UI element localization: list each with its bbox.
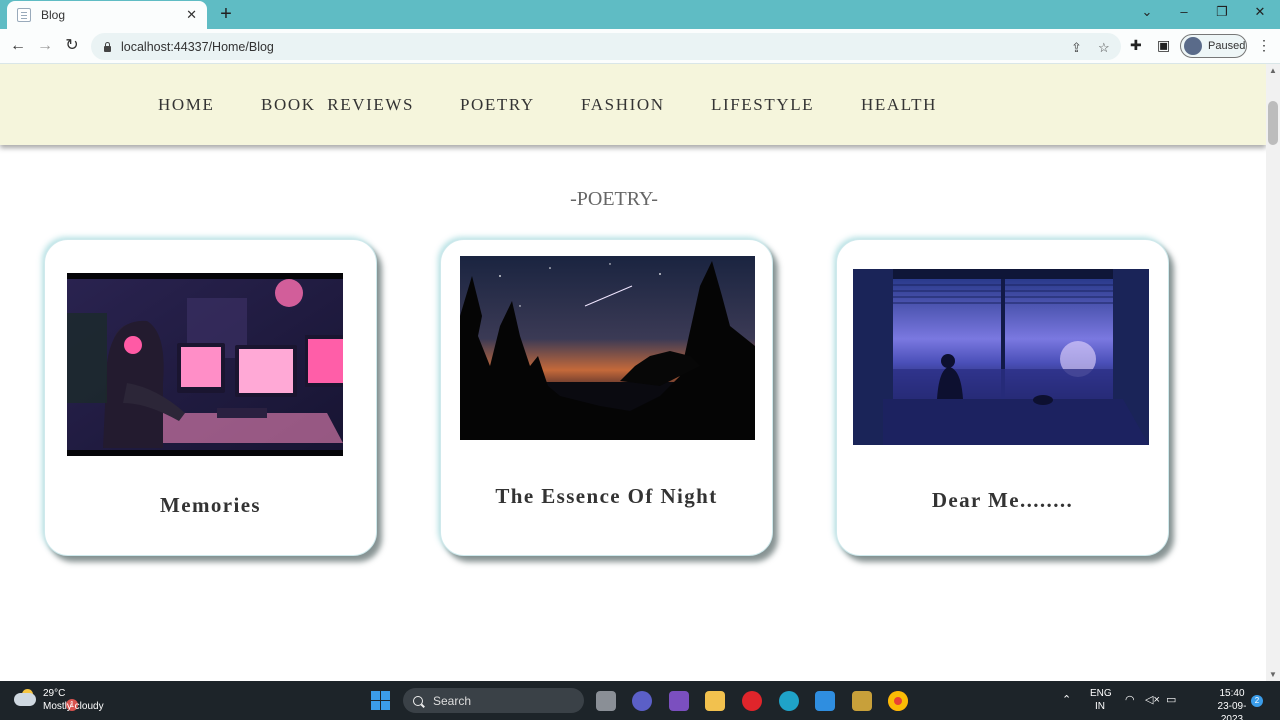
weather-temperature: 29°C [43, 688, 66, 699]
nav-link-lifestyle[interactable]: LIFESTYLE [711, 95, 814, 115]
extensions-puzzle-icon[interactable]: ✚ [1130, 37, 1142, 54]
file-explorer-icon[interactable] [705, 691, 725, 711]
lock-icon[interactable] [103, 41, 112, 52]
nav-link-fashion[interactable]: FASHION [581, 95, 665, 115]
restore-button[interactable]: ❐ [1212, 4, 1232, 20]
nav-link-health[interactable]: HEALTH [861, 95, 937, 115]
search-icon [413, 695, 423, 706]
page-scrollbar[interactable]: ▲ ▼ [1266, 64, 1280, 681]
avatar-icon [1184, 37, 1202, 55]
scroll-down-arrow-icon[interactable]: ▼ [1269, 670, 1277, 679]
notification-count-badge[interactable]: 2 [1251, 695, 1263, 707]
card-title[interactable]: The Essence Of Night [441, 484, 772, 509]
wifi-icon[interactable]: ◠ [1125, 693, 1135, 706]
start-button-windows-icon[interactable] [371, 691, 390, 710]
site-navbar: HOME BOOK REVIEWS POETRY FASHION LIFESTY… [0, 64, 1266, 145]
cloud-icon [14, 693, 36, 706]
chrome-browser-icon[interactable] [888, 691, 908, 711]
nav-link-poetry[interactable]: POETRY [460, 95, 535, 115]
system-clock[interactable]: 15:40 23-09-2023 [1208, 687, 1256, 726]
clock-date: 23-09-2023 [1217, 701, 1247, 725]
taskbar-search-label: Search [433, 693, 472, 708]
close-window-button[interactable]: ✕ [1250, 4, 1270, 20]
nav-link-home[interactable]: HOME [158, 95, 214, 115]
url-text[interactable]: localhost:44337/Home/Blog [121, 40, 274, 54]
browser-tab-blog[interactable]: Blog ✕ [7, 1, 207, 29]
page-favicon-icon [17, 8, 31, 22]
opera-browser-icon[interactable] [742, 691, 762, 711]
profile-button[interactable]: Paused [1180, 34, 1247, 58]
side-panel-icon[interactable]: ▣ [1157, 37, 1170, 54]
visual-studio-icon[interactable] [669, 691, 689, 711]
taskbar-search-box[interactable]: Search [403, 688, 584, 713]
share-icon[interactable]: ⇪ [1071, 40, 1082, 56]
page-viewport: HOME BOOK REVIEWS POETRY FASHION LIFESTY… [0, 64, 1266, 681]
tab-close-icon[interactable]: ✕ [186, 7, 197, 23]
poem-card-memories[interactable]: Memories [44, 239, 377, 556]
windows-taskbar: 1 29°C Mostly cloudy Search ⌃ ENG IN ◠ ◁… [0, 681, 1280, 725]
show-hidden-icons-chevron-icon[interactable]: ⌃ [1062, 693, 1071, 706]
nav-link-book-reviews[interactable]: BOOK REVIEWS [261, 95, 414, 115]
reload-button[interactable]: ↻ [61, 36, 83, 56]
browser-tab-strip: Blog ✕ + ⌄ – ❐ ✕ [0, 0, 1280, 29]
card-image-lofi-girl[interactable] [67, 273, 343, 456]
tab-title: Blog [41, 8, 66, 22]
task-view-icon[interactable] [596, 691, 616, 711]
speaker-muted-icon[interactable]: ◁× [1145, 693, 1160, 706]
language-indicator-top[interactable]: ENG [1090, 688, 1112, 699]
clock-time: 15:40 [1219, 688, 1245, 699]
poem-card-essence-of-night[interactable]: The Essence Of Night [440, 239, 773, 556]
notepad-icon[interactable] [815, 691, 835, 711]
profile-status-label: Paused [1208, 40, 1246, 52]
weather-condition: Mostly cloudy [43, 701, 104, 712]
card-title[interactable]: Memories [45, 493, 376, 518]
browser-toolbar: ← → ↻ localhost:44337/Home/Blog ⇪ ☆ ✚ ▣ … [0, 29, 1280, 64]
section-title: -POETRY- [570, 188, 658, 210]
browser-menu-icon[interactable]: ⋮ [1257, 37, 1271, 54]
poem-card-dear-me[interactable]: Dear Me........ [836, 239, 1169, 556]
tab-search-chevron-icon[interactable]: ⌄ [1137, 4, 1157, 20]
back-button[interactable]: ← [7, 36, 29, 56]
battery-icon[interactable]: ▭ [1166, 693, 1176, 706]
teams-chat-icon[interactable] [632, 691, 652, 711]
scroll-up-arrow-icon[interactable]: ▲ [1269, 66, 1277, 75]
scrollbar-thumb[interactable] [1268, 101, 1278, 145]
new-tab-button[interactable]: + [216, 3, 236, 25]
sql-tool-icon[interactable] [852, 691, 872, 711]
language-indicator-bottom[interactable]: IN [1095, 701, 1105, 712]
card-image-night-forest[interactable] [460, 256, 755, 440]
card-title[interactable]: Dear Me........ [837, 488, 1168, 513]
bookmark-star-icon[interactable]: ☆ [1098, 40, 1110, 56]
minimize-button[interactable]: – [1174, 4, 1194, 19]
forward-button[interactable]: → [34, 36, 56, 56]
edge-browser-icon[interactable] [779, 691, 799, 711]
card-image-girl-by-window[interactable] [853, 269, 1149, 445]
address-bar[interactable]: localhost:44337/Home/Blog ⇪ ☆ [91, 33, 1121, 60]
